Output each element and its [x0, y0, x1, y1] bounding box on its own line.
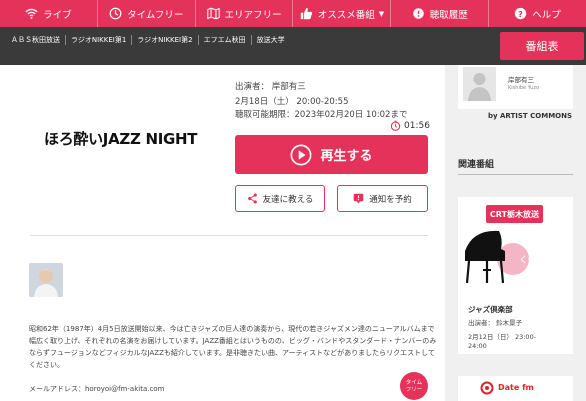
wifi-icon — [25, 8, 38, 19]
performer-name: 岸部有三 — [508, 76, 534, 84]
nav-areafree[interactable]: エリアフリー — [196, 0, 294, 27]
station-link[interactable]: エフエム秋田 — [199, 35, 252, 45]
remaining-timer: 01:56 — [390, 120, 430, 131]
piano-image: く倶楽部 — [461, 225, 555, 291]
nav-history-label: 聴取履歴 — [429, 9, 468, 21]
nav-help[interactable]: ? ヘルプ — [489, 0, 586, 27]
share-label: 友達に教える — [262, 194, 314, 205]
program-title: ほろ酔いJAZZ NIGHT — [44, 130, 198, 148]
play-icon — [291, 144, 312, 165]
station-link[interactable]: ラジオNIKKEI第2 — [132, 35, 199, 45]
notify-icon — [353, 193, 364, 204]
related-program-performer: 出演者： 鈴木景子 — [468, 319, 523, 327]
station-bar: ＡＢＳ秋田放送 ラジオNIKKEI第1 ラジオNIKKEI第2 エフエム秋田 放… — [0, 27, 586, 65]
notify-button[interactable]: 通知を予約 — [337, 185, 428, 212]
map-icon — [206, 7, 220, 20]
divider — [30, 235, 428, 236]
chevron-down-icon: ▼ — [378, 9, 385, 18]
program-image: く倶楽部 — [461, 225, 555, 291]
nav-timefree[interactable]: タイムフリー — [98, 0, 196, 27]
nav-recommended[interactable]: オススメ番組 ▼ — [293, 0, 392, 27]
nav-live[interactable]: ライブ — [0, 0, 98, 27]
related-program-card[interactable]: Date fm — [458, 376, 573, 401]
share-button[interactable]: 友達に教える — [235, 185, 325, 212]
nav-recommended-label: オススメ番組 — [317, 9, 375, 21]
history-icon — [412, 8, 424, 19]
nav-timefree-label: タイムフリー — [127, 9, 184, 21]
performer-roman: Kishibe Yuzo — [508, 85, 540, 91]
clock-icon — [109, 7, 122, 20]
play-label: 再生する — [320, 149, 373, 164]
airtime-text: 2月18日（土） 20:00-20:55 — [235, 97, 349, 107]
svg-text:く倶楽部: く倶楽部 — [519, 254, 555, 266]
deadline-text: 聴取可能期限：2023年02月20日 10:02まで — [235, 110, 408, 120]
performer-text: 出演者： 岸部有三 — [235, 82, 306, 92]
station-link[interactable]: 放送大学 — [252, 35, 290, 45]
top-nav: ライブ タイムフリー エリアフリー オススメ番組 ▼ 聴取履歴 ? ヘルプ — [0, 0, 586, 27]
date-fm-logo-icon — [480, 381, 494, 395]
related-program-date: 2月12日（日） 23:00- — [468, 333, 537, 341]
station-link[interactable]: ラジオNIKKEI第1 — [66, 35, 133, 45]
artist-commons-credit[interactable]: by ARTIST COMMONS — [488, 112, 572, 120]
station-link[interactable]: ＡＢＳ秋田放送 — [6, 35, 66, 45]
performer-card[interactable]: 岸部有三 Kishibe Yuzo — [458, 65, 573, 109]
share-icon — [247, 193, 257, 204]
play-button[interactable]: 再生する — [235, 135, 428, 174]
related-divider — [458, 174, 573, 175]
related-program-card[interactable]: CRT栃木放送 く倶楽部 ジャズ倶楽部 出演者： 鈴木景子 2月12日（日） 2… — [458, 197, 573, 354]
thumbs-up-icon — [300, 7, 312, 20]
timefree-badge-label: タイム フリー — [405, 380, 423, 393]
remaining-time: 01:56 — [404, 120, 430, 131]
timer-icon — [390, 120, 401, 131]
related-program-name: ジャズ倶楽部 — [468, 305, 513, 314]
station-logo: Date fm — [498, 383, 534, 392]
notify-label: 通知を予約 — [369, 194, 412, 205]
nav-history[interactable]: 聴取履歴 — [391, 0, 490, 27]
question-icon: ? — [515, 7, 527, 20]
svg-text:?: ? — [518, 9, 523, 19]
related-heading: 関連番組 — [458, 160, 495, 170]
station-logo: CRT栃木放送 — [486, 205, 543, 223]
program-description: 昭和62年（1987年）4月5日放送開始以来、今は亡きジャズの巨人達の演奏から、… — [29, 325, 437, 369]
sidebar: 岸部有三 Kishibe Yuzo by ARTIST COMMONS 関連番組… — [445, 65, 586, 401]
nav-help-label: ヘルプ — [532, 9, 561, 21]
performer-avatar — [29, 263, 63, 297]
related-program-date-end: 24:00 — [468, 342, 487, 350]
nav-live-label: ライブ — [43, 9, 72, 21]
nav-areafree-label: エリアフリー — [224, 9, 282, 21]
program-detail: ほろ酔いJAZZ NIGHT 出演者： 岸部有三 2月18日（土） 20:00-… — [0, 65, 445, 401]
schedule-button[interactable]: 番組表 — [500, 32, 584, 60]
station-list: ＡＢＳ秋田放送 ラジオNIKKEI第1 ラジオNIKKEI第2 エフエム秋田 放… — [6, 35, 290, 45]
timefree-badge[interactable]: タイム フリー — [400, 372, 428, 400]
email-text: メールアドレス：horoyoi@fm-akita.com — [29, 385, 165, 393]
performer-thumbnail — [463, 67, 496, 101]
